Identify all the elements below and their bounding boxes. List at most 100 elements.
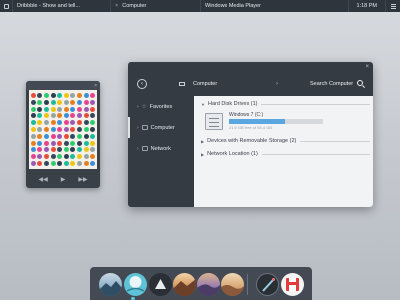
hills-photo-icon[interactable] bbox=[221, 273, 244, 296]
group-label: Devices with Removable Storage (2) bbox=[207, 138, 297, 144]
save-icon[interactable] bbox=[281, 273, 304, 296]
group-header-network[interactable]: ▶ Network Location (1) bbox=[194, 149, 373, 159]
album-art-dot bbox=[37, 126, 43, 132]
album-art-dot bbox=[90, 161, 96, 167]
album-art-dot bbox=[57, 99, 63, 105]
album-art-dot bbox=[57, 106, 63, 112]
album-art-dot bbox=[50, 161, 56, 167]
album-art-dot bbox=[57, 147, 63, 153]
album-art-dot bbox=[30, 154, 36, 160]
window-switcher-icon[interactable] bbox=[0, 0, 12, 12]
album-art-dot bbox=[90, 92, 96, 98]
album-art-dot bbox=[63, 140, 69, 146]
taskbar-tab-computer[interactable]: × Computer bbox=[110, 0, 200, 12]
taskbar-tab-media-player[interactable]: Windows Media Player bbox=[200, 0, 290, 12]
taskbar-tab-label: Windows Media Player bbox=[205, 3, 261, 9]
album-art-dot bbox=[83, 161, 89, 167]
clock[interactable]: 1:18 PM bbox=[349, 3, 385, 9]
network-icon bbox=[141, 146, 148, 151]
close-icon[interactable]: × bbox=[94, 83, 97, 89]
album-art-dot bbox=[50, 147, 56, 153]
album-art-dot bbox=[50, 133, 56, 139]
close-icon[interactable]: × bbox=[365, 64, 369, 70]
taskbar: Dribbble - Show and tell... × Computer W… bbox=[0, 0, 400, 12]
sidebar-item-label: Favorites bbox=[149, 103, 173, 110]
explorer-window[interactable]: × ‹ Computer › Search Computer › ☆ Favor… bbox=[128, 62, 373, 207]
album-art-dot bbox=[90, 133, 96, 139]
search-icon[interactable] bbox=[357, 80, 363, 86]
chevron-right-icon[interactable]: › bbox=[276, 81, 278, 87]
back-arrow-icon: ‹ bbox=[141, 81, 143, 87]
album-art-dot bbox=[63, 154, 69, 160]
album-art-dot bbox=[43, 140, 49, 146]
album-art-dot bbox=[83, 154, 89, 160]
album-art-dot bbox=[63, 161, 69, 167]
taskbar-tab-browser[interactable]: Dribbble - Show and tell... bbox=[12, 0, 110, 12]
album-art-dot bbox=[90, 126, 96, 132]
collapse-arrow-icon: ▼ bbox=[201, 101, 205, 107]
search-placeholder: Search Computer bbox=[310, 81, 354, 87]
search-input[interactable]: Search Computer bbox=[304, 78, 368, 90]
divider bbox=[261, 103, 370, 105]
album-art-dot bbox=[63, 106, 69, 112]
album-art-dot bbox=[50, 113, 56, 119]
album-art-dot bbox=[70, 133, 76, 139]
drive-usage-bar bbox=[229, 119, 323, 124]
sidebar-item-favorites[interactable]: › ☆ Favorites bbox=[128, 96, 194, 117]
album-art-dot bbox=[30, 120, 36, 126]
album-art-dot bbox=[70, 147, 76, 153]
menu-icon[interactable] bbox=[386, 0, 400, 12]
close-icon[interactable]: × bbox=[115, 3, 118, 9]
mountain-photo-icon[interactable] bbox=[173, 273, 196, 296]
next-track-icon[interactable]: ▶▶ bbox=[78, 176, 87, 183]
sidebar-item-network[interactable]: › Network bbox=[128, 138, 194, 159]
media-player-titlebar[interactable]: × bbox=[26, 81, 100, 90]
drive-item[interactable]: Windows 7 (C:) 21.9 GB free of 55.4 GB bbox=[194, 109, 373, 136]
album-art-dot bbox=[57, 113, 63, 119]
album-art-dot bbox=[37, 92, 43, 98]
expand-arrow-icon: ▶ bbox=[201, 138, 205, 144]
address-text: Computer bbox=[193, 81, 218, 87]
album-art-dot bbox=[57, 161, 63, 167]
previous-track-icon[interactable]: ◀◀ bbox=[38, 176, 47, 183]
album-art-dot bbox=[83, 106, 89, 112]
album-art-dot bbox=[37, 133, 43, 139]
album-art-dot bbox=[70, 120, 76, 126]
album-art-dot bbox=[90, 120, 96, 126]
group-header-removable[interactable]: ▶ Devices with Removable Storage (2) bbox=[194, 136, 373, 146]
album-art-dot bbox=[43, 126, 49, 132]
group-header-hard-disk[interactable]: ▼ Hard Disk Drives (1) bbox=[194, 99, 373, 109]
album-art-dot bbox=[50, 106, 56, 112]
globe-icon[interactable] bbox=[124, 273, 147, 296]
playback-controls: ◀◀ ▶ ▶▶ bbox=[26, 170, 100, 188]
album-art-dot bbox=[83, 99, 89, 105]
album-art-dot bbox=[76, 92, 82, 98]
album-art-dot bbox=[30, 140, 36, 146]
album-art-dot bbox=[57, 92, 63, 98]
album-art-dot bbox=[43, 120, 49, 126]
album-art-dot bbox=[50, 120, 56, 126]
play-icon[interactable]: ▶ bbox=[61, 176, 66, 183]
desert-photo-icon[interactable] bbox=[197, 273, 220, 296]
album-art-dot bbox=[70, 113, 76, 119]
sidebar-item-computer[interactable]: › Computer bbox=[128, 117, 194, 138]
album-art-dot bbox=[30, 126, 36, 132]
album-art-dot bbox=[30, 161, 36, 167]
album-art-dot bbox=[83, 126, 89, 132]
album-art-dot bbox=[37, 113, 43, 119]
album-art-dot bbox=[57, 126, 63, 132]
album-art-dot bbox=[63, 147, 69, 153]
album-art-dot bbox=[50, 99, 56, 105]
pen-icon[interactable] bbox=[256, 273, 279, 296]
album-art-dot bbox=[90, 113, 96, 119]
triangle-icon[interactable] bbox=[149, 273, 172, 296]
landscape-icon[interactable] bbox=[99, 273, 122, 296]
drive-free-space: 21.9 GB free of 55.4 GB bbox=[229, 125, 272, 130]
media-player-window[interactable]: × ◀◀ ▶ ▶▶ bbox=[26, 81, 100, 188]
album-art-dot bbox=[30, 92, 36, 98]
album-art-dot bbox=[37, 99, 43, 105]
address-bar[interactable]: Computer › bbox=[175, 78, 280, 90]
album-art-dot bbox=[43, 92, 49, 98]
album-art-dot bbox=[63, 99, 69, 105]
back-button[interactable]: ‹ bbox=[137, 79, 147, 89]
